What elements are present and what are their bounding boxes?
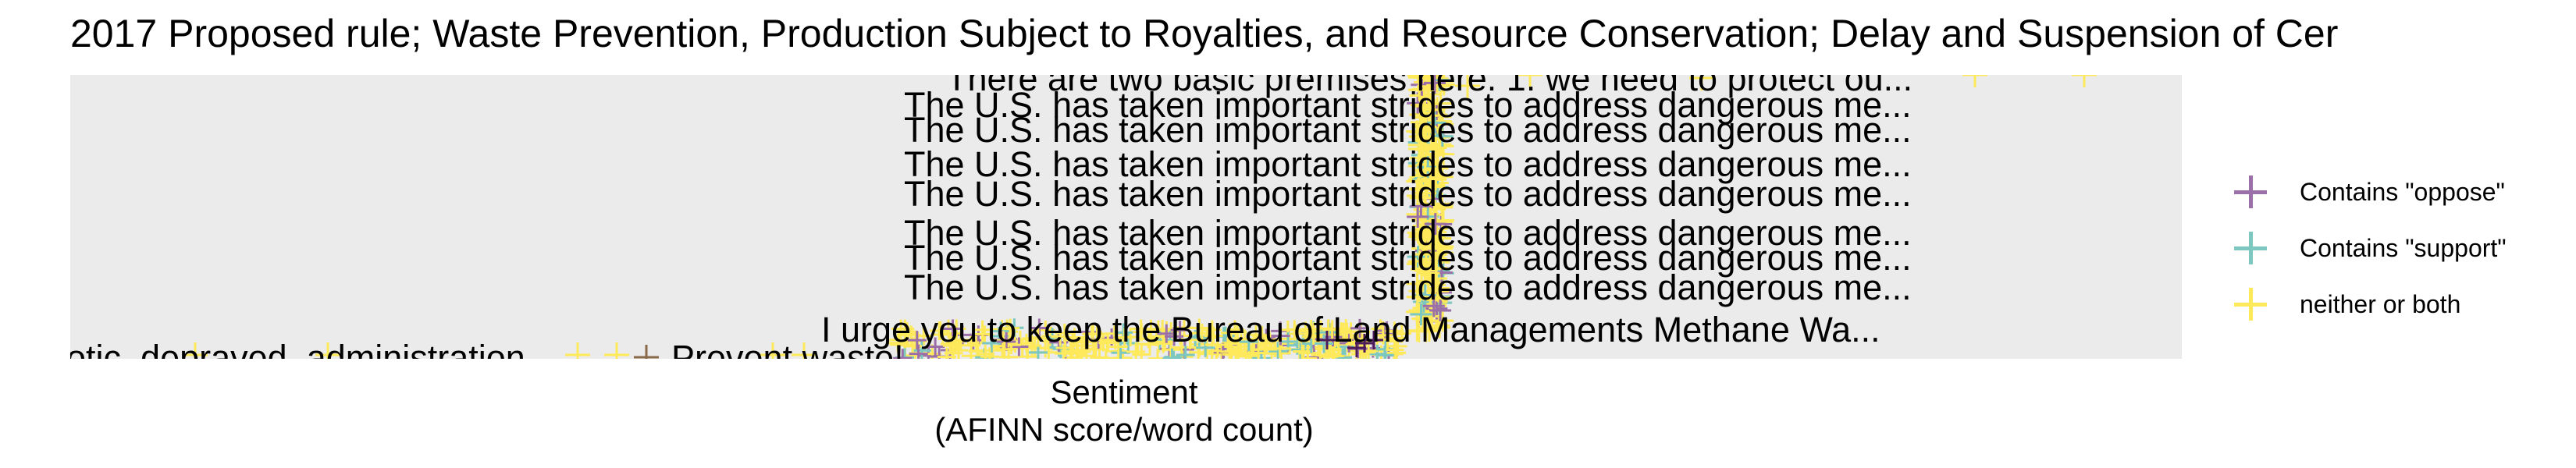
- legend-label-neither: neither or both: [2300, 289, 2461, 318]
- legend: Contains "oppose" Contains "support" nei…: [2233, 164, 2507, 332]
- annotation-label: I urge you to keep the Bureau of Land Ma…: [821, 310, 1880, 349]
- annotation-label: idiotic, depraved, administration: [31, 338, 525, 378]
- legend-item-neither: neither or both: [2233, 276, 2507, 332]
- x-axis-label: Sentiment: [1050, 374, 1198, 410]
- annotation-label: The U.S. has taken important strides to …: [904, 268, 1912, 307]
- legend-item-support: Contains "support": [2233, 220, 2507, 276]
- legend-label-oppose: Contains "oppose": [2300, 177, 2505, 206]
- legend-key-neither: [2233, 286, 2268, 322]
- x-axis-label-units: (AFINN score/word count): [934, 411, 1314, 448]
- legend-label-support: Contains "support": [2300, 233, 2507, 262]
- legend-key-oppose: [2233, 174, 2268, 210]
- annotation-label: Prevent waste!: [671, 338, 904, 378]
- legend-item-oppose: Contains "oppose": [2233, 164, 2507, 220]
- annotation-label: The U.S. has taken important strides to …: [904, 174, 1912, 214]
- legend-key-support: [2233, 230, 2268, 266]
